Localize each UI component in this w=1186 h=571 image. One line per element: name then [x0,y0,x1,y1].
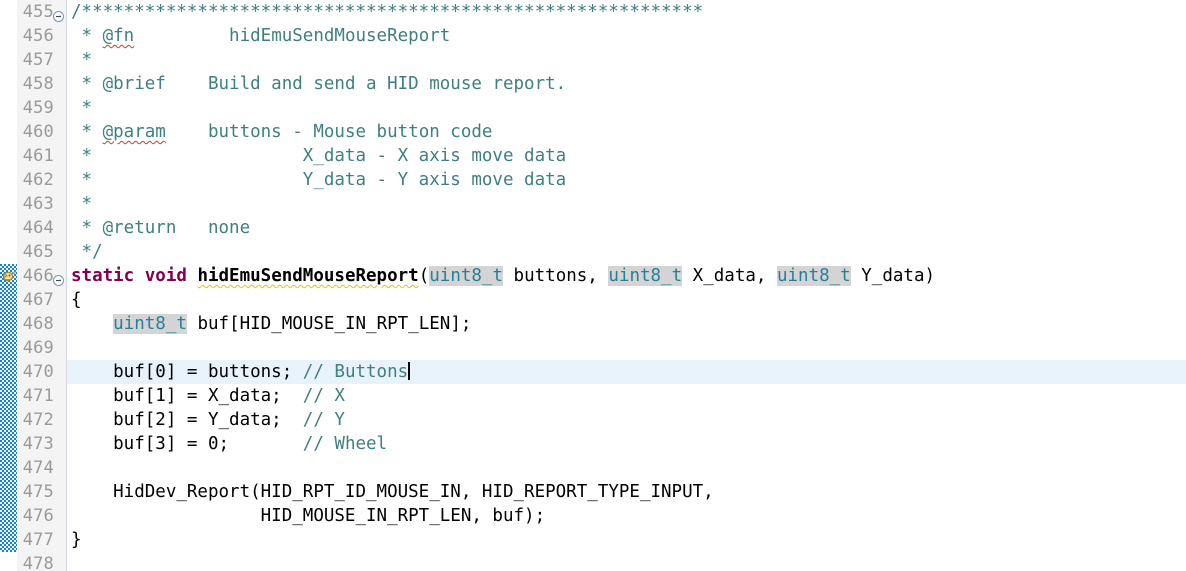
code-line-463[interactable]: * [67,192,1186,216]
code-line-460[interactable]: * @param buttons - Mouse button code [67,120,1186,144]
line-number-466: 466 [22,266,54,286]
keyword-token: static void [71,266,198,286]
code-line-474[interactable] [67,456,1186,480]
line-number-455: 455 [22,2,54,22]
comment-token [134,26,229,46]
doc-tag-fn: @fn [102,26,135,46]
text-caret [408,362,411,380]
line-number-462: 462 [22,170,54,190]
brace-token: { [71,290,82,310]
line-number-469: 469 [22,338,54,358]
code-line-470[interactable]: buf[0] = buttons; // Buttons [67,360,1186,384]
comment-token: * [71,194,93,214]
doc-tag-param: @param [102,122,166,142]
code-line-466[interactable]: static void hidEmuSendMouseReport(uint8_… [67,264,1186,288]
comment-token: * [71,50,93,70]
line-number-471: 471 [22,386,54,406]
code-line-473[interactable]: buf[3] = 0; // Wheel [67,432,1186,456]
punctuation-token: ( [418,266,430,286]
fold-marker-466[interactable] [53,271,64,286]
call-token: HidDev_Report(HID_RPT_ID_MOUSE_IN, HID_R… [71,482,714,502]
comment-token: none [176,218,251,238]
comment-token: hidEmuSendMouseReport [229,26,451,46]
line-number-464: 464 [22,218,54,238]
comment-token: // Y [302,410,345,430]
code-line-472[interactable]: buf[2] = Y_data; // Y [67,408,1186,432]
comment-token: * [71,26,103,46]
task-marker-icon[interactable] [1,268,17,284]
code-line-462[interactable]: * Y_data - Y axis move data [67,168,1186,192]
type-token-uint8t-1: uint8_t [429,266,504,286]
code-line-464[interactable]: * @return none [67,216,1186,240]
line-number-472: 472 [22,410,54,430]
line-number-468: 468 [22,314,54,334]
code-line-476[interactable]: HID_MOUSE_IN_RPT_LEN, buf); [67,504,1186,528]
code-line-467[interactable]: { [67,288,1186,312]
line-number-461: 461 [22,146,54,166]
line-number-458: 458 [22,74,54,94]
comment-token: * [71,218,103,238]
param-token-xdata: X_data, [682,266,777,286]
line-number-457: 457 [22,50,54,70]
code-line-475[interactable]: HidDev_Report(HID_RPT_ID_MOUSE_IN, HID_R… [67,480,1186,504]
comment-token: */ [71,242,103,262]
comment-token: buttons - Mouse button code [165,122,493,142]
code-line-459[interactable]: * [67,96,1186,120]
comment-token: Build and send a HID mouse report. [165,74,567,94]
function-name-token: hidEmuSendMouseReport [197,266,419,286]
param-token-buttons: buttons, [503,266,609,286]
code-line-468[interactable]: uint8_t buf[HID_MOUSE_IN_RPT_LEN]; [67,312,1186,336]
code-text-area[interactable]: /***************************************… [67,0,1186,571]
statement-token: buf[2] = Y_data; [71,410,303,430]
statement-token: buf[0] = buttons; [71,362,303,382]
code-line-461[interactable]: * X_data - X axis move data [67,144,1186,168]
statement-token: buf[3] = 0; [71,434,303,454]
comment-token: * X_data - X axis move data [71,146,567,166]
fold-marker-455[interactable] [53,7,64,22]
line-number-478: 478 [22,554,54,571]
code-line-455[interactable]: /***************************************… [67,0,1186,24]
statement-token: buf[1] = X_data; [71,386,303,406]
code-line-477[interactable]: } [67,528,1186,552]
comment-token: * Y_data - Y axis move data [71,170,567,190]
code-line-465[interactable]: */ [67,240,1186,264]
code-line-478[interactable] [67,552,1186,571]
gutter-separator [66,0,67,571]
comment-token: * [71,122,103,142]
line-number-470: 470 [22,362,54,382]
line-number-459: 459 [22,98,54,118]
comment-token: // Wheel [302,434,388,454]
brace-token: } [71,530,82,550]
comment-token: * [71,98,93,118]
code-line-456[interactable]: * @fn hidEmuSendMouseReport [67,24,1186,48]
line-number-473: 473 [22,434,54,454]
type-token-uint8t-3: uint8_t [776,266,851,286]
comment-token: // X [302,386,345,406]
comment-token: * [71,74,103,94]
param-token-ydata: Y_data) [850,266,936,286]
doc-tag-brief: @brief [102,74,166,94]
line-number-476: 476 [22,506,54,526]
line-number-474: 474 [22,458,54,478]
type-token-uint8t-2: uint8_t [608,266,683,286]
code-line-469[interactable] [67,336,1186,360]
code-line-458[interactable]: * @brief Build and send a HID mouse repo… [67,72,1186,96]
code-editor[interactable]: /***************************************… [0,0,1186,571]
code-line-457[interactable]: * [67,48,1186,72]
declaration-token: buf[HID_MOUSE_IN_RPT_LEN]; [186,314,472,334]
code-line-471[interactable]: buf[1] = X_data; // X [67,384,1186,408]
line-number-460: 460 [22,122,54,142]
type-token-uint8t-4: uint8_t [113,314,187,334]
comment-token: /***************************************… [71,2,704,22]
line-number-475: 475 [22,482,54,502]
doc-tag-return: @return [102,218,177,238]
line-number-463: 463 [22,194,54,214]
line-number-465: 465 [22,242,54,262]
line-number-477: 477 [22,530,54,550]
line-number-467: 467 [22,290,54,310]
line-number-456: 456 [22,26,54,46]
comment-token: // Buttons [302,362,409,382]
call-arg-token: HID_MOUSE_IN_RPT_LEN, buf); [71,506,546,526]
